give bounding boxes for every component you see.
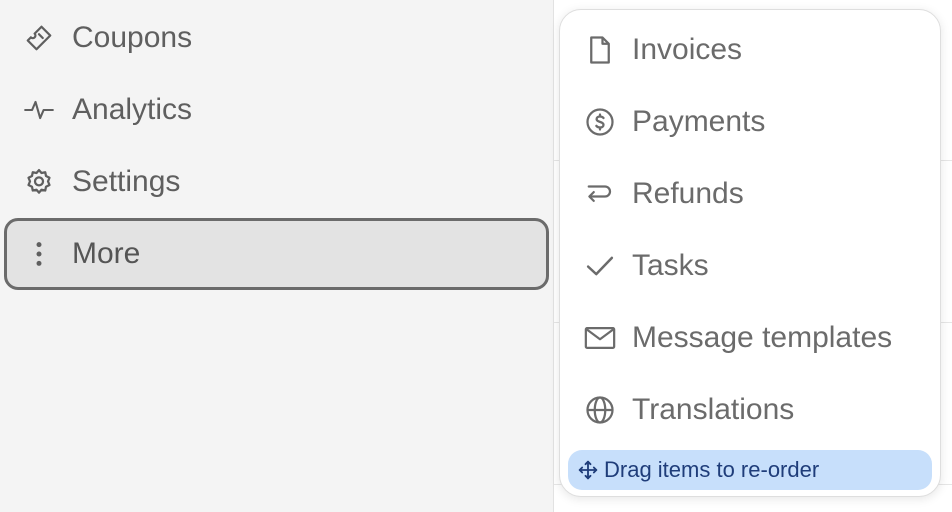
menu-item-label: Invoices: [632, 33, 743, 66]
sidebar-item-label: Settings: [72, 165, 181, 198]
globe-icon: [584, 394, 616, 426]
sidebar-item-settings[interactable]: Settings: [4, 146, 549, 218]
sidebar-item-coupons[interactable]: Coupons: [4, 2, 549, 74]
drag-reorder-hint: Drag items to re-order: [568, 450, 932, 490]
document-icon: [584, 34, 616, 66]
return-arrow-icon: [584, 178, 616, 210]
menu-item-translations[interactable]: Translations: [560, 374, 940, 446]
menu-item-invoices[interactable]: Invoices: [560, 14, 940, 86]
menu-item-label: Refunds: [632, 177, 744, 210]
more-vertical-icon: [24, 239, 54, 269]
menu-item-label: Translations: [632, 393, 795, 426]
sidebar-item-label: More: [72, 237, 141, 270]
dollar-circle-icon: [584, 106, 616, 138]
pulse-icon: [24, 95, 54, 125]
menu-item-label: Message templates: [632, 321, 893, 354]
more-menu-popover: Invoices Payments Refunds Tasks Message …: [559, 9, 941, 497]
ticket-icon: [24, 23, 54, 53]
menu-item-payments[interactable]: Payments: [560, 86, 940, 158]
menu-item-label: Payments: [632, 105, 766, 138]
menu-item-tasks[interactable]: Tasks: [560, 230, 940, 302]
menu-item-refunds[interactable]: Refunds: [560, 158, 940, 230]
sidebar: Coupons Analytics Settings More: [0, 0, 553, 512]
move-icon: [578, 460, 598, 480]
check-icon: [584, 250, 616, 282]
menu-item-label: Tasks: [632, 249, 709, 282]
gear-icon: [24, 167, 54, 197]
sidebar-item-label: Coupons: [72, 21, 193, 54]
envelope-icon: [584, 322, 616, 354]
sidebar-item-label: Analytics: [72, 93, 193, 126]
menu-item-message-templates[interactable]: Message templates: [560, 302, 940, 374]
sidebar-item-more[interactable]: More: [4, 218, 549, 290]
sidebar-item-analytics[interactable]: Analytics: [4, 74, 549, 146]
drag-hint-label: Drag items to re-order: [604, 457, 820, 482]
